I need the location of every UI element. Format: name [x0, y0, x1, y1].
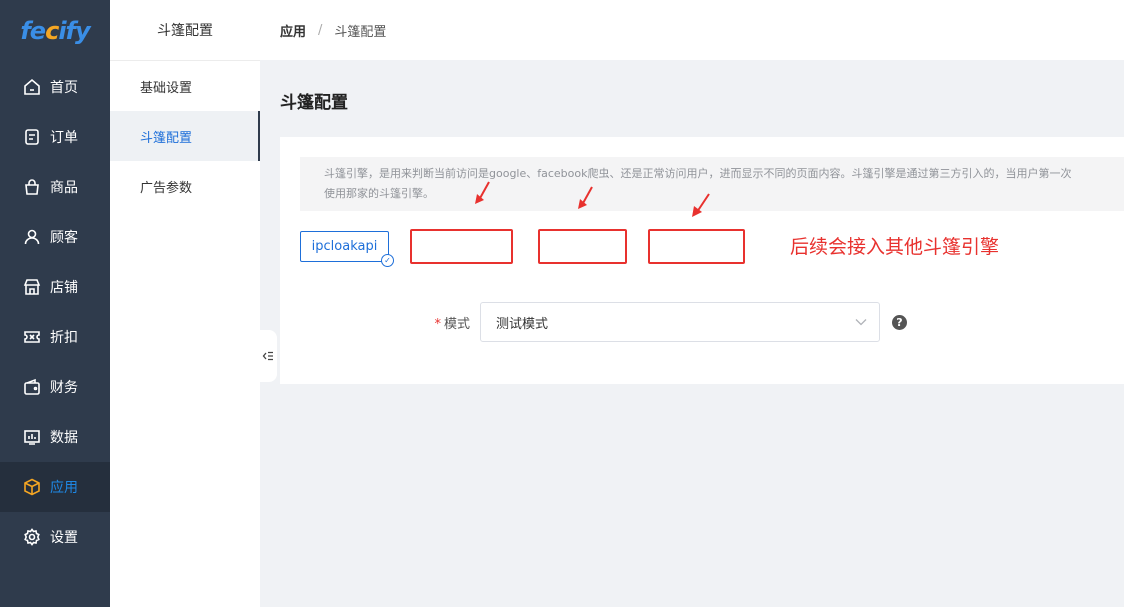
gear-icon: [22, 527, 42, 547]
collapse-sidebar-icon[interactable]: [259, 330, 277, 382]
mode-form-row: * 模式 测试模式 ?: [430, 302, 907, 342]
nav-item-orders[interactable]: 订单: [0, 112, 110, 162]
nav-item-label: 折扣: [50, 330, 78, 346]
nav-item-label: 首页: [50, 80, 78, 96]
home-icon: [22, 77, 42, 97]
nav-item-settings[interactable]: 设置: [0, 512, 110, 562]
chart-icon: [22, 427, 42, 447]
annotation-box: [538, 229, 627, 264]
nav-item-discount[interactable]: 折扣: [0, 312, 110, 362]
bag-icon: [22, 177, 42, 197]
order-icon: [22, 127, 42, 147]
engine-option-label: ipcloakapi: [311, 239, 378, 254]
nav-item-home[interactable]: 首页: [0, 62, 110, 112]
nav-item-label: 订单: [50, 130, 78, 146]
user-icon: [22, 227, 42, 247]
notice-line: 斗篷引擎，是用来判断当前访问是google、facebook爬虫、还是正常访问用…: [324, 167, 1072, 180]
nav-item-label: 财务: [50, 380, 78, 396]
chevron-down-icon: [855, 315, 867, 329]
mode-label: * 模式: [434, 316, 470, 332]
mode-select-value: 测试模式: [496, 316, 549, 332]
main-nav: fecify 首页 订单 商品 顾客 店铺 折扣 财务 数据 应用 设置: [0, 0, 110, 607]
logo[interactable]: fecify: [0, 0, 110, 62]
secondary-nav-title: 斗篷配置: [110, 0, 260, 61]
nav-item-products[interactable]: 商品: [0, 162, 110, 212]
nav-item-label: 数据: [50, 430, 78, 446]
nav-item-customers[interactable]: 顾客: [0, 212, 110, 262]
engine-option-ipcloakapi[interactable]: ipcloakapi ✓: [300, 231, 394, 267]
annotation-text: 后续会接入其他斗篷引擎: [790, 236, 1000, 258]
annotation-box: [410, 229, 513, 264]
cube-icon: [22, 477, 42, 497]
nav-item-label: 顾客: [50, 230, 78, 246]
nav-item-label: 应用: [50, 480, 78, 496]
store-icon: [22, 277, 42, 297]
secondary-nav: 斗篷配置 基础设置 斗篷配置 广告参数: [110, 0, 260, 607]
annotation-arrow-icon: [692, 193, 710, 217]
wallet-icon: [22, 377, 42, 397]
nav-item-label: 设置: [50, 530, 78, 546]
annotation-box: [648, 229, 745, 264]
breadcrumb-separator: /: [318, 22, 323, 38]
sub-item-ad-params[interactable]: 广告参数: [110, 161, 260, 211]
mode-select[interactable]: 测试模式: [480, 302, 880, 342]
sub-item-basic-settings[interactable]: 基础设置: [110, 61, 260, 111]
breadcrumb-current: 斗篷配置: [334, 24, 387, 40]
config-card: 斗篷引擎，是用来判断当前访问是google、facebook爬虫、还是正常访问用…: [280, 137, 1124, 384]
help-icon[interactable]: ?: [892, 314, 907, 330]
nav-item-store[interactable]: 店铺: [0, 262, 110, 312]
info-notice: 斗篷引擎，是用来判断当前访问是google、facebook爬虫、还是正常访问用…: [300, 157, 1124, 211]
annotation-arrow-icon: [578, 186, 593, 209]
nav-item-finance[interactable]: 财务: [0, 362, 110, 412]
notice-line: 使用那家的斗篷引擎。: [324, 187, 434, 200]
breadcrumb-parent[interactable]: 应用: [280, 21, 306, 40]
check-icon: ✓: [381, 254, 394, 267]
nav-item-apps[interactable]: 应用: [0, 462, 110, 512]
annotation-arrow-icon: [475, 181, 490, 204]
breadcrumb: 应用 / 斗篷配置: [260, 0, 1124, 60]
sub-item-cloak-config[interactable]: 斗篷配置: [110, 111, 260, 161]
ticket-icon: [22, 327, 42, 347]
nav-item-label: 商品: [50, 180, 78, 196]
nav-item-label: 店铺: [50, 280, 78, 296]
page-title: 斗篷配置: [280, 93, 348, 113]
nav-item-data[interactable]: 数据: [0, 412, 110, 462]
